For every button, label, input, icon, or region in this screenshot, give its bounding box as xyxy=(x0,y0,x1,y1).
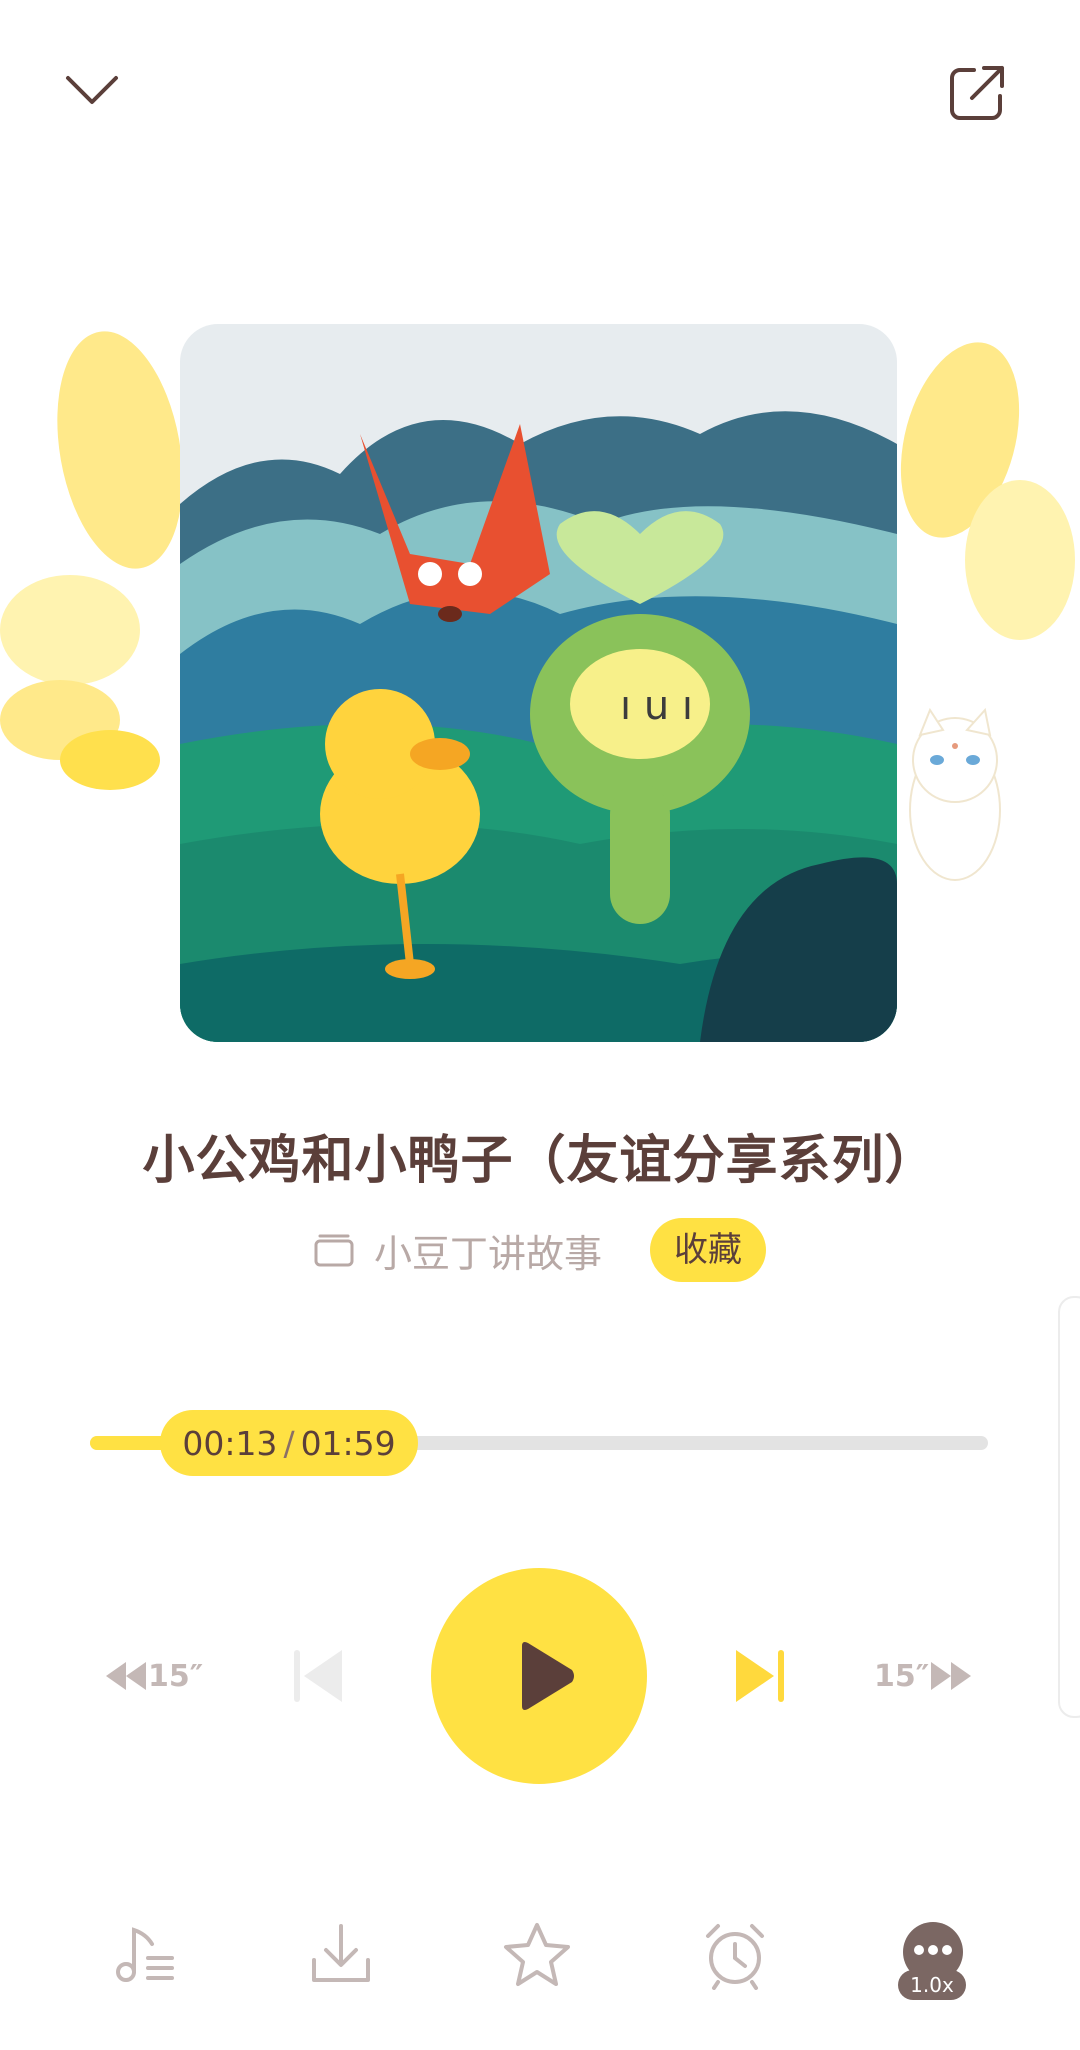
next-track-icon[interactable] xyxy=(730,1646,786,1706)
play-button[interactable] xyxy=(431,1568,647,1784)
story-cover-image: ı u ı xyxy=(180,324,897,1042)
play-icon xyxy=(516,1640,576,1712)
rewind-icon xyxy=(104,1660,148,1692)
star-icon[interactable] xyxy=(502,1920,572,1990)
playlist-icon[interactable] xyxy=(112,1920,182,1990)
track-title: 小公鸡和小鸭子（友谊分享系列） xyxy=(142,1131,938,1191)
total-time: 01:59 xyxy=(300,1423,396,1463)
current-time: 00:13 xyxy=(182,1423,278,1463)
chevron-down-icon[interactable] xyxy=(62,70,142,130)
album-folder-icon xyxy=(314,1233,354,1267)
fast-forward-icon xyxy=(929,1660,973,1692)
download-icon[interactable] xyxy=(306,1920,376,1990)
album-row: 小豆丁讲故事 收藏 xyxy=(0,1215,1080,1285)
forward-15-button[interactable]: 15″ xyxy=(874,1654,984,1698)
time-separator: / xyxy=(283,1423,295,1463)
album-name[interactable]: 小豆丁讲故事 xyxy=(374,1223,602,1278)
playback-speed-badge[interactable]: 1.0x xyxy=(898,1970,966,2000)
rewind-label: 15″ xyxy=(148,1658,204,1694)
svg-text:ı u ı: ı u ı xyxy=(620,683,693,729)
rewind-15-button[interactable]: 15″ xyxy=(104,1654,214,1698)
share-external-icon[interactable] xyxy=(946,60,1026,140)
alarm-clock-icon[interactable] xyxy=(700,1920,770,1990)
favorite-button[interactable]: 收藏 xyxy=(650,1218,766,1282)
forward-label: 15″ xyxy=(874,1658,930,1694)
side-drawer-handle[interactable] xyxy=(1058,1296,1080,1718)
previous-track-icon[interactable] xyxy=(292,1646,348,1706)
progress-thumb[interactable]: 00:13 / 01:59 xyxy=(160,1410,418,1476)
